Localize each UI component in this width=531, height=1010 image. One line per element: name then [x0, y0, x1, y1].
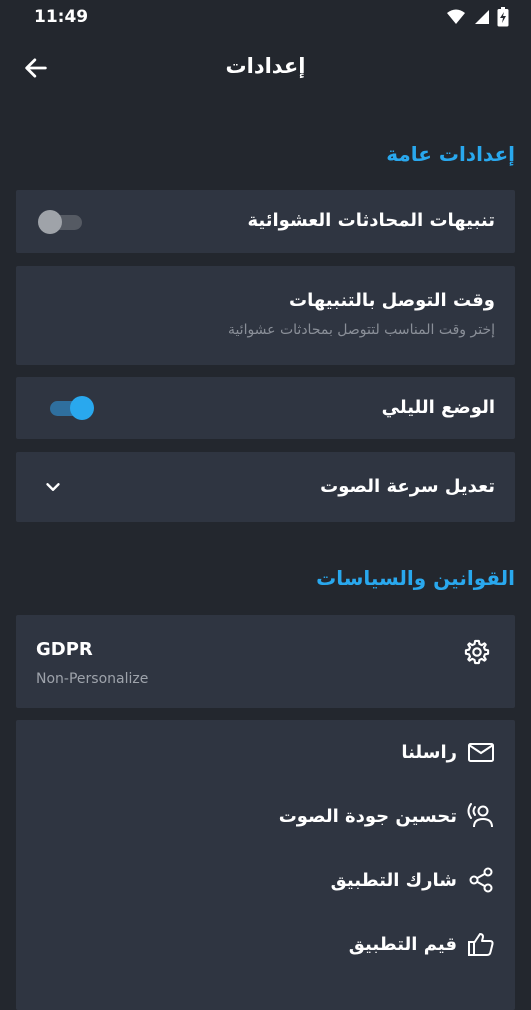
policies-menu-card: راسلنا تحسين جودة الصوت شارك التطبيق قيم…: [16, 720, 515, 1010]
random-notifications-toggle[interactable]: [38, 209, 84, 235]
notification-time-subtitle: إختر وقت المناسب لتتوصل بمحادثات عشوائية: [227, 322, 495, 338]
gdpr-card[interactable]: GDPR Non-Personalize: [16, 615, 515, 708]
battery-icon: [497, 7, 509, 27]
gdpr-subtitle: Non-Personalize: [36, 671, 149, 687]
voice-speed-label: تعديل سرعة الصوت: [320, 476, 495, 497]
voice-quality-label: تحسين جودة الصوت: [278, 805, 457, 827]
status-bar: 11:49: [0, 0, 531, 34]
app-bar: إعدادات: [0, 36, 531, 100]
gear-icon[interactable]: [463, 638, 491, 666]
voice-speed-row[interactable]: تعديل سرعة الصوت: [16, 452, 515, 522]
notification-time-row[interactable]: وقت التوصل بالتنبيهات إختر وقت المناسب ل…: [16, 266, 515, 365]
cell-signal-icon: [475, 10, 489, 24]
policies-header: القوانين والسياسات: [316, 566, 515, 590]
night-mode-label: الوضع الليلي: [381, 397, 495, 418]
thumb-up-icon: [468, 933, 494, 956]
random-notifications-label: تنبيهات المحادثات العشوائية: [247, 210, 495, 231]
share-app-label: شارك التطبيق: [330, 869, 457, 891]
night-mode-toggle[interactable]: [48, 395, 94, 421]
contact-us-item[interactable]: راسلنا: [401, 732, 495, 772]
rate-app-label: قيم التطبيق: [348, 933, 457, 955]
random-notifications-row[interactable]: تنبيهات المحادثات العشوائية: [16, 190, 515, 253]
voice-person-icon: [467, 803, 493, 828]
chevron-down-icon[interactable]: [42, 476, 64, 498]
contact-us-label: راسلنا: [401, 741, 457, 763]
share-icon: [469, 867, 493, 893]
general-settings-header: إعدادات عامة: [386, 142, 515, 166]
mail-icon: [468, 743, 494, 762]
page-title: إعدادات: [225, 54, 306, 78]
rate-app-item[interactable]: قيم التطبيق: [349, 924, 495, 964]
wifi-icon: [447, 9, 465, 24]
notification-time-label: وقت التوصل بالتنبيهات: [289, 290, 495, 311]
status-time: 11:49: [34, 7, 89, 27]
night-mode-row[interactable]: الوضع الليلي: [16, 377, 515, 439]
status-icons: [447, 7, 509, 27]
share-app-item[interactable]: شارك التطبيق: [331, 860, 495, 900]
voice-quality-item[interactable]: تحسين جودة الصوت: [279, 796, 495, 836]
gdpr-title: GDPR: [36, 639, 93, 660]
